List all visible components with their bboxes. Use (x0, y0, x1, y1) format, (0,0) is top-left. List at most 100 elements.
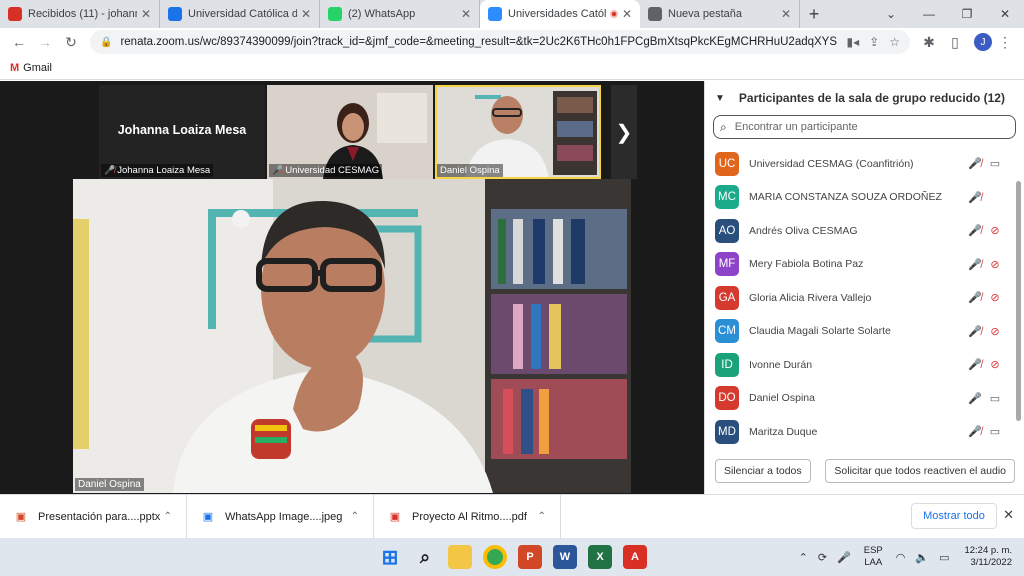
start-icon[interactable]: ⊞ (378, 545, 402, 569)
close-downloads-icon[interactable]: ✕ (1003, 507, 1014, 523)
powerpoint-icon[interactable]: P (518, 545, 542, 569)
pdf-icon: ▣ (389, 511, 401, 523)
participant-row[interactable]: MC MARIA CONSTANZA SOUZA ORDOÑEZ 🎤̸ (705, 181, 1015, 215)
forward-icon[interactable]: → (32, 29, 58, 55)
close-tab-icon[interactable]: ✕ (622, 7, 632, 21)
participant-row[interactable]: MD Maritza Duque 🎤̸ ▭ (705, 415, 1015, 447)
participant-row[interactable]: AO Andrés Oliva CESMAG 🎤̸ ⊘ (705, 214, 1015, 248)
mic-icon[interactable]: 🎤 (965, 392, 985, 405)
participant-row[interactable]: MF Mery Fabiola Botina Paz 🎤̸ ⊘ (705, 248, 1015, 282)
participant-avatar: GA (715, 285, 739, 310)
participant-name: Claudia Magali Solarte Solarte (749, 325, 891, 338)
restore-icon[interactable]: ❐ (948, 0, 986, 28)
clock[interactable]: 12:24 p. m. 3/11/2022 (964, 545, 1012, 569)
close-tab-icon[interactable]: ✕ (781, 7, 791, 21)
url-text[interactable]: renata.zoom.us/wc/89374390099/join?track… (120, 36, 836, 48)
mic-muted-icon[interactable]: 🎤̸ (965, 291, 985, 304)
participant-list: UC Universidad CESMAG (Coanfitrión) 🎤̸ ▭ MC M… (705, 147, 1015, 447)
minimize-icon[interactable]: — (910, 0, 948, 28)
thumbnail-johanna[interactable]: Johanna Loaiza Mesa 🎤̸ Johanna Loaiza Mes… (99, 85, 265, 179)
panel-scrollbar[interactable] (1016, 181, 1021, 421)
microphone-icon[interactable]: 🎤 (837, 551, 851, 564)
download-item[interactable]: ▣ Presentación para....pptx ⌃ (0, 494, 187, 539)
reload-icon[interactable]: ↻ (58, 29, 84, 55)
tab-1[interactable]: Universidad Católica de Pe ✕ (160, 0, 320, 28)
video-icon[interactable]: ▭ (985, 392, 1005, 405)
mute-all-button[interactable]: Silenciar a todos (715, 459, 811, 483)
side-panel-icon[interactable]: ▯ (942, 29, 968, 55)
close-tab-icon[interactable]: ✕ (301, 7, 311, 21)
thumbnail-strip: Johanna Loaiza Mesa 🎤̸ Johanna Loaiza Mes… (99, 85, 601, 179)
window-controls: ⌄ — ❐ ✕ (872, 0, 1024, 28)
participant-row[interactable]: UC Universidad CESMAG (Coanfitrión) 🎤̸ ▭ (705, 147, 1015, 181)
tab-title: (2) WhatsApp (348, 8, 416, 20)
participant-row[interactable]: DO Daniel Ospina 🎤 ▭ (705, 382, 1015, 416)
menu-icon[interactable]: ⋮ (992, 29, 1018, 55)
chevron-up-icon[interactable]: ⌃ (164, 511, 172, 522)
mic-muted-icon[interactable]: 🎤̸ (965, 258, 985, 271)
video-off-icon[interactable]: ⊘ (985, 358, 1005, 371)
tab-search-icon[interactable]: ⌄ (872, 0, 910, 28)
video-icon[interactable]: ▭ (985, 157, 1005, 170)
ask-unmute-button[interactable]: Solicitar que todos reactiven el audio (825, 459, 1015, 483)
chevron-up-icon[interactable]: ⌃ (351, 511, 359, 522)
share-icon[interactable]: ⇪ (869, 35, 879, 49)
tab-4[interactable]: Nueva pestaña ✕ (640, 0, 800, 28)
video-off-icon[interactable]: ⊘ (985, 224, 1005, 237)
tab-0[interactable]: Recibidos (11) - johanna.l ✕ (0, 0, 160, 28)
sync-icon[interactable]: ⟳ (818, 551, 827, 564)
new-tab-button[interactable]: + (800, 0, 828, 28)
battery-icon[interactable]: ▭ (939, 551, 949, 564)
video-off-icon[interactable]: ⊘ (985, 258, 1005, 271)
mic-muted-icon[interactable]: 🎤̸ (965, 224, 985, 237)
bookmark-gmail[interactable]: Gmail (23, 62, 52, 74)
chevron-up-icon[interactable]: ⌃ (799, 551, 808, 564)
thumbnail-daniel[interactable]: Daniel Ospina (435, 85, 601, 179)
bookmarks-bar: M Gmail (0, 56, 1024, 80)
mic-muted-icon[interactable]: 🎤̸ (965, 425, 985, 438)
video-off-icon[interactable]: ⊘ (985, 325, 1005, 338)
profile-avatar[interactable]: J (974, 33, 992, 51)
excel-icon[interactable]: X (588, 545, 612, 569)
participant-row[interactable]: CM Claudia Magali Solarte Solarte 🎤̸ ⊘ (705, 315, 1015, 349)
volume-icon[interactable]: 🔈 (915, 551, 929, 564)
language-indicator[interactable]: ESP LAA (864, 545, 883, 569)
download-item[interactable]: ▣ WhatsApp Image....jpeg ⌃ (187, 494, 374, 539)
mic-muted-icon[interactable]: 🎤̸ (965, 157, 985, 170)
video-off-icon[interactable]: ⊘ (985, 291, 1005, 304)
search-icon[interactable]: ⌕ (413, 545, 437, 569)
word-icon[interactable]: W (553, 545, 577, 569)
thumbnail-cesmag[interactable]: 🎤̸ Universidad CESMAG (267, 85, 433, 179)
close-tab-icon[interactable]: ✕ (141, 7, 151, 21)
download-item[interactable]: ▣ Proyecto Al Ritmo....pdf ⌃ (374, 494, 561, 539)
video-stage: Johanna Loaiza Mesa 🎤̸ Johanna Loaiza Mes… (0, 81, 704, 494)
mic-muted-icon[interactable]: 🎤̸ (965, 358, 985, 371)
tab-3[interactable]: Universidades Católic ✕ (480, 0, 640, 28)
show-all-button[interactable]: Mostrar todo (911, 503, 997, 529)
collapse-chevron-icon[interactable]: ▼ (715, 93, 725, 104)
participant-row[interactable]: ID Ivonne Durán 🎤̸ ⊘ (705, 348, 1015, 382)
next-page-chevron-icon[interactable]: ❯ (611, 85, 637, 179)
participant-name: Ivonne Durán (749, 358, 813, 371)
close-window-icon[interactable]: ✕ (986, 0, 1024, 28)
back-icon[interactable]: ← (6, 29, 32, 55)
participant-search-input[interactable]: ⌕ Encontrar un participante (713, 115, 1016, 139)
participant-row[interactable]: GA Gloria Alicia Rivera Vallejo 🎤̸ ⊘ (705, 281, 1015, 315)
mic-muted-icon[interactable]: 🎤̸ (965, 191, 985, 204)
chrome-icon[interactable] (483, 545, 507, 569)
close-tab-icon[interactable]: ✕ (461, 7, 471, 21)
file-explorer-icon[interactable] (448, 545, 472, 569)
tab-2[interactable]: (2) WhatsApp ✕ (320, 0, 480, 28)
wifi-icon[interactable]: ◠ (896, 551, 906, 564)
gmail-icon (8, 7, 22, 21)
bookmark-star-icon[interactable]: ☆ (889, 35, 900, 49)
mic-muted-icon[interactable]: 🎤̸ (965, 325, 985, 338)
panel-header[interactable]: ▼ Participantes de la sala de grupo redu… (705, 81, 1024, 115)
address-bar[interactable]: 🔒 renata.zoom.us/wc/89374390099/join?tra… (90, 30, 910, 54)
video-icon[interactable]: ▭ (985, 425, 1005, 438)
extensions-icon[interactable]: ✱ (916, 29, 942, 55)
acrobat-icon[interactable]: A (623, 545, 647, 569)
camera-permission-icon[interactable]: ▮◂ (847, 35, 860, 49)
chevron-up-icon[interactable]: ⌃ (538, 511, 546, 522)
tab-title: Recibidos (11) - johanna.l (28, 8, 137, 20)
